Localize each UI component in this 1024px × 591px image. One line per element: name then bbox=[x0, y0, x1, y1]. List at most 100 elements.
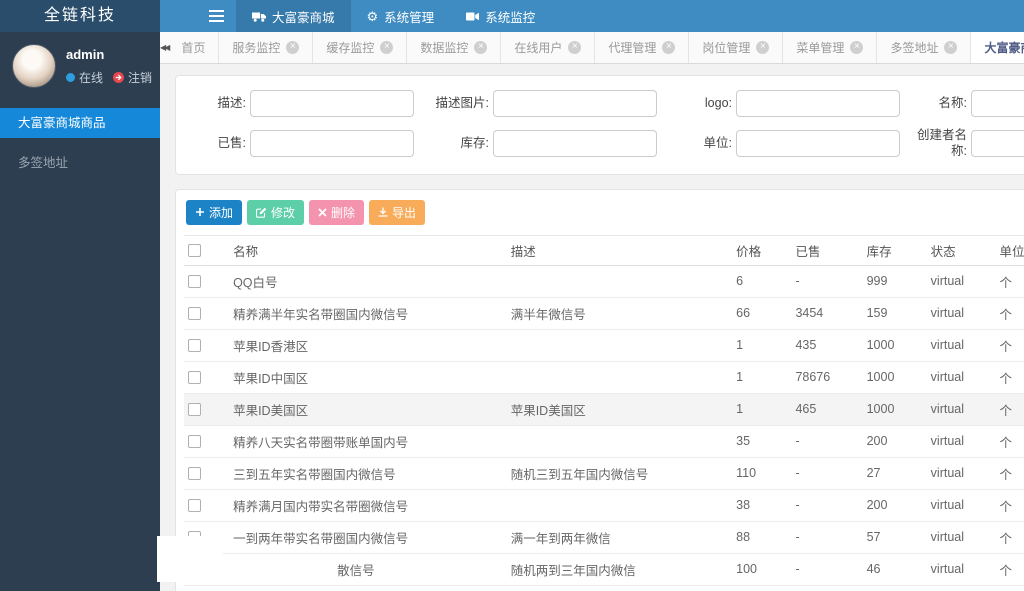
hamburger-icon[interactable] bbox=[196, 0, 236, 32]
tab-label: 缓存监控 bbox=[326, 41, 375, 55]
row-checkbox[interactable] bbox=[188, 339, 201, 353]
navbar-item[interactable]: ⚙ 系统管理 bbox=[351, 0, 451, 32]
tab-close-icon[interactable] bbox=[568, 41, 582, 54]
cell-price: 38 bbox=[732, 489, 792, 522]
tab[interactable]: 缓存监控 bbox=[313, 32, 408, 63]
field-label: 名称: bbox=[938, 96, 967, 111]
row-checkbox[interactable] bbox=[188, 371, 201, 385]
table-row[interactable]: 一到两年带实名带圈国内微信号 满一年到两年微信 88 - 57 virtual … bbox=[184, 521, 1024, 554]
x-icon bbox=[318, 207, 327, 217]
row-checkbox[interactable] bbox=[188, 275, 201, 289]
overlay-patch bbox=[157, 536, 223, 582]
cell-price: 88 bbox=[732, 521, 792, 554]
search-field-input[interactable] bbox=[736, 90, 900, 117]
user-name: admin bbox=[66, 47, 105, 62]
cell-stock: 200 bbox=[862, 425, 927, 458]
cell-unit: 个 bbox=[995, 361, 1024, 394]
cell-price: 6 bbox=[732, 265, 792, 298]
tab-close-icon[interactable] bbox=[286, 41, 300, 54]
tab-close-icon[interactable] bbox=[850, 41, 864, 54]
online-status-label: 在线 bbox=[79, 71, 104, 85]
form-field: 描述: bbox=[182, 90, 425, 117]
select-all-checkbox[interactable] bbox=[188, 244, 201, 258]
user-panel: admin 在线 注销 bbox=[0, 32, 160, 100]
delete-button[interactable]: 删除 bbox=[309, 199, 365, 225]
row-checkbox[interactable] bbox=[188, 499, 201, 513]
export-button[interactable]: 导出 bbox=[369, 199, 426, 225]
tab[interactable]: 在线用户 bbox=[501, 32, 596, 63]
search-field-input[interactable] bbox=[493, 129, 657, 157]
tab-close-icon[interactable] bbox=[944, 41, 958, 54]
tab-close-icon[interactable] bbox=[756, 41, 770, 54]
edit-button[interactable]: 修改 bbox=[247, 199, 305, 225]
cell-name: 精养八天实名带圈带账单国内号 bbox=[229, 425, 507, 458]
row-checkbox[interactable] bbox=[188, 435, 201, 449]
search-field-input[interactable] bbox=[736, 129, 900, 157]
sidebar-item-label: 大富豪商城商品 bbox=[18, 116, 106, 130]
cell-stock: 57 bbox=[862, 521, 927, 554]
avatar[interactable] bbox=[12, 44, 56, 88]
row-checkbox[interactable] bbox=[188, 467, 201, 481]
tab[interactable]: 数据监控 bbox=[407, 32, 502, 63]
table-row[interactable]: 苹果ID中国区 1 78676 1000 virtual 个 - 20 bbox=[184, 361, 1024, 394]
sidebar-item[interactable]: 大富豪商城商品 bbox=[0, 108, 160, 138]
top-navbar: 大富豪商城 ⚙ 系统管理 系统监控 bbox=[160, 0, 1024, 32]
cell-sold: - bbox=[791, 457, 863, 490]
table-row[interactable]: 精养八天实名带圈带账单国内号 35 - 200 virtual 个 - 20 bbox=[184, 425, 1024, 458]
cell-name: 苹果ID中国区 bbox=[229, 361, 507, 394]
field-label: 描述: bbox=[217, 96, 246, 111]
add-button[interactable]: 添加 bbox=[186, 199, 243, 225]
tab-label: 岗位管理 bbox=[702, 41, 751, 55]
tab-label: 服务监控 bbox=[232, 41, 281, 55]
logout-link[interactable]: 注销 bbox=[128, 69, 152, 86]
table-row[interactable]: 散信号 随机两到三年国内微信 100 - 46 virtual 个 - 20 bbox=[184, 553, 1024, 586]
sidebar-item-label: 多签地址 bbox=[18, 156, 69, 170]
tab[interactable]: 首页 bbox=[168, 32, 220, 63]
cell-status: virtual bbox=[926, 329, 996, 362]
table-header-row: 名称 描述 价格 已售 库存 状态 单位 创建者名称 创建时间 bbox=[184, 234, 1024, 266]
tab-close-icon[interactable] bbox=[474, 41, 488, 54]
cell-status: virtual bbox=[926, 361, 996, 394]
cell-desc: 满半年微信号 bbox=[506, 297, 733, 330]
search-field-input[interactable] bbox=[250, 90, 414, 117]
cell-desc: 苹果ID美国区 bbox=[506, 393, 733, 426]
cell-price: 1 bbox=[732, 361, 792, 394]
tab[interactable]: 岗位管理 bbox=[689, 32, 784, 63]
cell-desc: 满一年到两年微信 bbox=[506, 521, 733, 554]
search-field-input[interactable] bbox=[971, 129, 1024, 157]
tab[interactable]: 代理管理 bbox=[595, 32, 690, 63]
navbar-item[interactable]: 系统监控 bbox=[450, 0, 551, 32]
cell-stock: 1000 bbox=[862, 393, 927, 426]
cell-sold: 3454 bbox=[791, 297, 863, 330]
table-row[interactable]: 苹果ID香港区 1 435 1000 virtual 个 - 20 bbox=[184, 329, 1024, 362]
chevrons-left-icon[interactable]: ◀◀ bbox=[160, 32, 170, 63]
plus-icon bbox=[195, 207, 205, 217]
tab[interactable]: 菜单管理 bbox=[783, 32, 878, 63]
table-row[interactable]: 精养满月国内带实名带圈微信号 38 - 200 virtual 个 - 20 bbox=[184, 489, 1024, 522]
col-name: 名称 bbox=[229, 234, 507, 266]
tab[interactable]: 服务监控 bbox=[219, 32, 314, 63]
search-field-input[interactable] bbox=[250, 129, 414, 157]
sidebar-item[interactable]: 多签地址 bbox=[0, 148, 160, 178]
cell-unit: 个 bbox=[995, 297, 1024, 330]
tab-close-icon[interactable] bbox=[380, 41, 394, 54]
table-row[interactable]: 苹果ID美国区 苹果ID美国区 1 465 1000 virtual 个 - 2… bbox=[184, 393, 1024, 426]
tab[interactable]: 大富豪商城商品 bbox=[971, 32, 1024, 63]
cell-price: 66 bbox=[732, 297, 792, 330]
cell-desc: 随机三到五年国内微信号 bbox=[506, 457, 733, 490]
brand-logo[interactable]: 全链科技 bbox=[0, 0, 160, 32]
cell-name: 散信号 bbox=[229, 553, 507, 586]
search-field-input[interactable] bbox=[493, 90, 657, 117]
tab-close-icon[interactable] bbox=[662, 41, 676, 54]
tab-label: 数据监控 bbox=[420, 41, 469, 55]
row-checkbox[interactable] bbox=[188, 403, 201, 417]
table-row[interactable]: QQ白号 6 - 999 virtual 个 - 20 bbox=[184, 265, 1024, 298]
form-field: 名称: bbox=[911, 90, 1024, 117]
tab-label: 首页 bbox=[181, 41, 206, 55]
table-row[interactable]: 精养满半年实名带圈国内微信号 满半年微信号 66 3454 159 virtua… bbox=[184, 297, 1024, 330]
tab[interactable]: 多签地址 bbox=[877, 32, 972, 63]
table-row[interactable]: 三到五年实名带圈国内微信号 随机三到五年国内微信号 110 - 27 virtu… bbox=[184, 457, 1024, 490]
row-checkbox[interactable] bbox=[188, 307, 201, 321]
navbar-item[interactable]: 大富豪商城 bbox=[236, 0, 351, 32]
search-field-input[interactable] bbox=[971, 90, 1024, 117]
